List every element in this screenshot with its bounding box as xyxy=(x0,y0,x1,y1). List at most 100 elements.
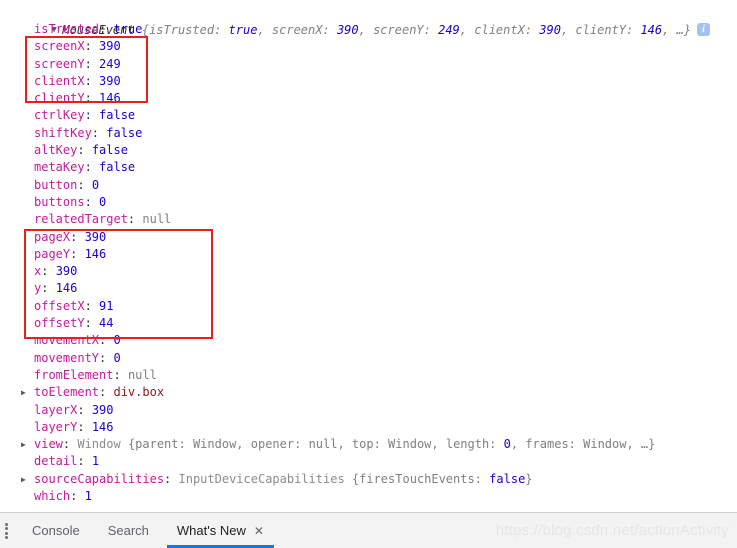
property-colon: : xyxy=(77,177,92,192)
object-property-row[interactable]: screenX: 390 xyxy=(0,38,737,55)
property-name: buttons xyxy=(34,194,85,209)
object-property-list: isTrusted: true screenX: 390 screenY: 249 c… xyxy=(0,21,737,505)
property-value: 0 xyxy=(99,194,107,209)
property-value-token: null xyxy=(308,437,338,452)
object-property-row[interactable]: movementY: 0 xyxy=(0,350,737,367)
object-property-row[interactable]: clientY: 146 xyxy=(0,90,737,107)
object-property-row[interactable]: detail: 1 xyxy=(0,453,737,470)
property-value: 1 xyxy=(84,489,92,504)
property-colon: : xyxy=(70,229,85,244)
property-value: 146 xyxy=(91,419,114,434)
property-value: 390 xyxy=(55,264,78,279)
property-colon: : xyxy=(164,471,179,486)
object-property-row[interactable]: offsetY: 44 xyxy=(0,315,737,332)
property-name: clientY xyxy=(34,91,85,106)
object-property-row[interactable]: metaKey: false xyxy=(0,159,737,176)
watermark-text: https://blog.csdn.net/actionActivity xyxy=(495,522,729,539)
object-property-row[interactable]: x: 390 xyxy=(0,263,737,280)
object-property-row[interactable]: clientX: 390 xyxy=(0,73,737,90)
property-name: movementY xyxy=(34,350,100,365)
object-property-row[interactable]: relatedTarget: null xyxy=(0,211,737,228)
object-property-row[interactable]: buttons: 0 xyxy=(0,194,737,211)
object-property-row[interactable]: pageY: 146 xyxy=(0,246,737,263)
property-value-token: Window xyxy=(77,437,128,452)
property-colon: : xyxy=(77,402,92,417)
object-property-row[interactable]: fromElement: null xyxy=(0,367,737,384)
property-value-token: , frames: Window, …} xyxy=(510,437,656,452)
property-colon: : xyxy=(99,333,114,348)
property-colon: : xyxy=(62,437,78,452)
property-name: which xyxy=(34,489,71,504)
property-name: offsetX xyxy=(34,298,85,313)
property-value: 390 xyxy=(91,402,114,417)
object-property-row[interactable]: pageX: 390 xyxy=(0,229,737,246)
property-value: 0 xyxy=(113,350,121,365)
object-property-row[interactable]: toElement: div.box xyxy=(0,384,737,401)
object-property-row[interactable]: shiftKey: false xyxy=(0,125,737,142)
console-log-output[interactable]: MouseEvent {isTrusted: true, screenX: 39… xyxy=(0,0,737,512)
property-value: 1 xyxy=(91,454,100,469)
property-name: fromElement xyxy=(34,367,114,382)
property-colon: : xyxy=(84,56,100,71)
drawer-tab-label: What's New xyxy=(176,523,246,538)
property-value: false xyxy=(99,108,136,123)
property-colon: : xyxy=(84,91,100,106)
property-value-token: , top: Window, length: xyxy=(337,437,504,452)
property-name: movementX xyxy=(34,333,100,348)
property-colon: : xyxy=(84,298,100,313)
drawer-drag-handle-icon[interactable] xyxy=(5,523,9,539)
property-value-token: 0 xyxy=(503,437,511,452)
expand-triangle-icon[interactable] xyxy=(21,384,32,401)
property-name: screenY xyxy=(34,56,85,71)
property-name: view xyxy=(34,437,63,452)
property-value-token: false xyxy=(489,471,526,486)
property-value: null xyxy=(127,367,157,382)
object-property-row[interactable]: offsetX: 91 xyxy=(0,298,737,315)
drawer-tab-console[interactable]: Console xyxy=(18,513,94,548)
property-name: toElement xyxy=(34,385,100,400)
drawer-tab-label: Search xyxy=(107,523,149,538)
property-name: shiftKey xyxy=(34,125,92,140)
object-property-row[interactable]: which: 1 xyxy=(0,488,737,505)
property-colon: : xyxy=(84,160,100,175)
object-property-row[interactable]: layerX: 390 xyxy=(0,402,737,419)
devtools-console-panel: MouseEvent {isTrusted: true, screenX: 39… xyxy=(0,0,737,548)
property-colon: : xyxy=(41,281,56,296)
drawer-tab-what-s-new[interactable]: What's New ✕ xyxy=(163,513,278,548)
object-property-row[interactable]: isTrusted: true xyxy=(0,21,737,38)
property-name: pageY xyxy=(34,246,71,261)
property-colon: : xyxy=(70,489,85,504)
drawer-tab-search[interactable]: Search xyxy=(94,513,163,548)
close-icon[interactable]: ✕ xyxy=(254,525,264,537)
console-log-entry-header[interactable]: MouseEvent {isTrusted: true, screenX: 39… xyxy=(0,0,737,37)
property-value: 249 xyxy=(99,56,121,71)
object-property-row[interactable]: view: Window {parent: Window, opener: nu… xyxy=(0,436,737,453)
property-value: 0 xyxy=(91,177,100,192)
object-property-row[interactable]: ctrlKey: false xyxy=(0,107,737,124)
property-value: 390 xyxy=(99,39,121,54)
property-name: sourceCapabilities xyxy=(34,471,165,486)
property-name: screenX xyxy=(34,39,85,54)
property-name: pageX xyxy=(34,229,71,244)
property-colon: : xyxy=(84,73,100,88)
property-value: 146 xyxy=(55,281,78,296)
property-colon: : xyxy=(84,316,100,331)
property-colon: : xyxy=(99,22,114,36)
property-colon: : xyxy=(99,350,114,365)
property-name: relatedTarget xyxy=(34,212,128,227)
expand-triangle-icon[interactable] xyxy=(21,436,32,453)
property-value-token: InputDeviceCapabilities xyxy=(178,471,352,486)
object-property-row[interactable]: layerY: 146 xyxy=(0,419,737,436)
object-property-row[interactable]: movementX: 0 xyxy=(0,332,737,349)
property-value: false xyxy=(106,125,143,140)
object-property-row[interactable]: screenY: 249 xyxy=(0,56,737,73)
property-value: true xyxy=(113,22,143,36)
property-value: false xyxy=(91,143,128,158)
object-property-row[interactable]: sourceCapabilities: InputDeviceCapabilit… xyxy=(0,471,737,488)
expand-triangle-icon[interactable] xyxy=(21,471,32,488)
property-name: layerX xyxy=(34,402,78,417)
object-property-row[interactable]: y: 146 xyxy=(0,280,737,297)
object-property-row[interactable]: altKey: false xyxy=(0,142,737,159)
property-value: false xyxy=(99,160,136,175)
object-property-row[interactable]: button: 0 xyxy=(0,177,737,194)
